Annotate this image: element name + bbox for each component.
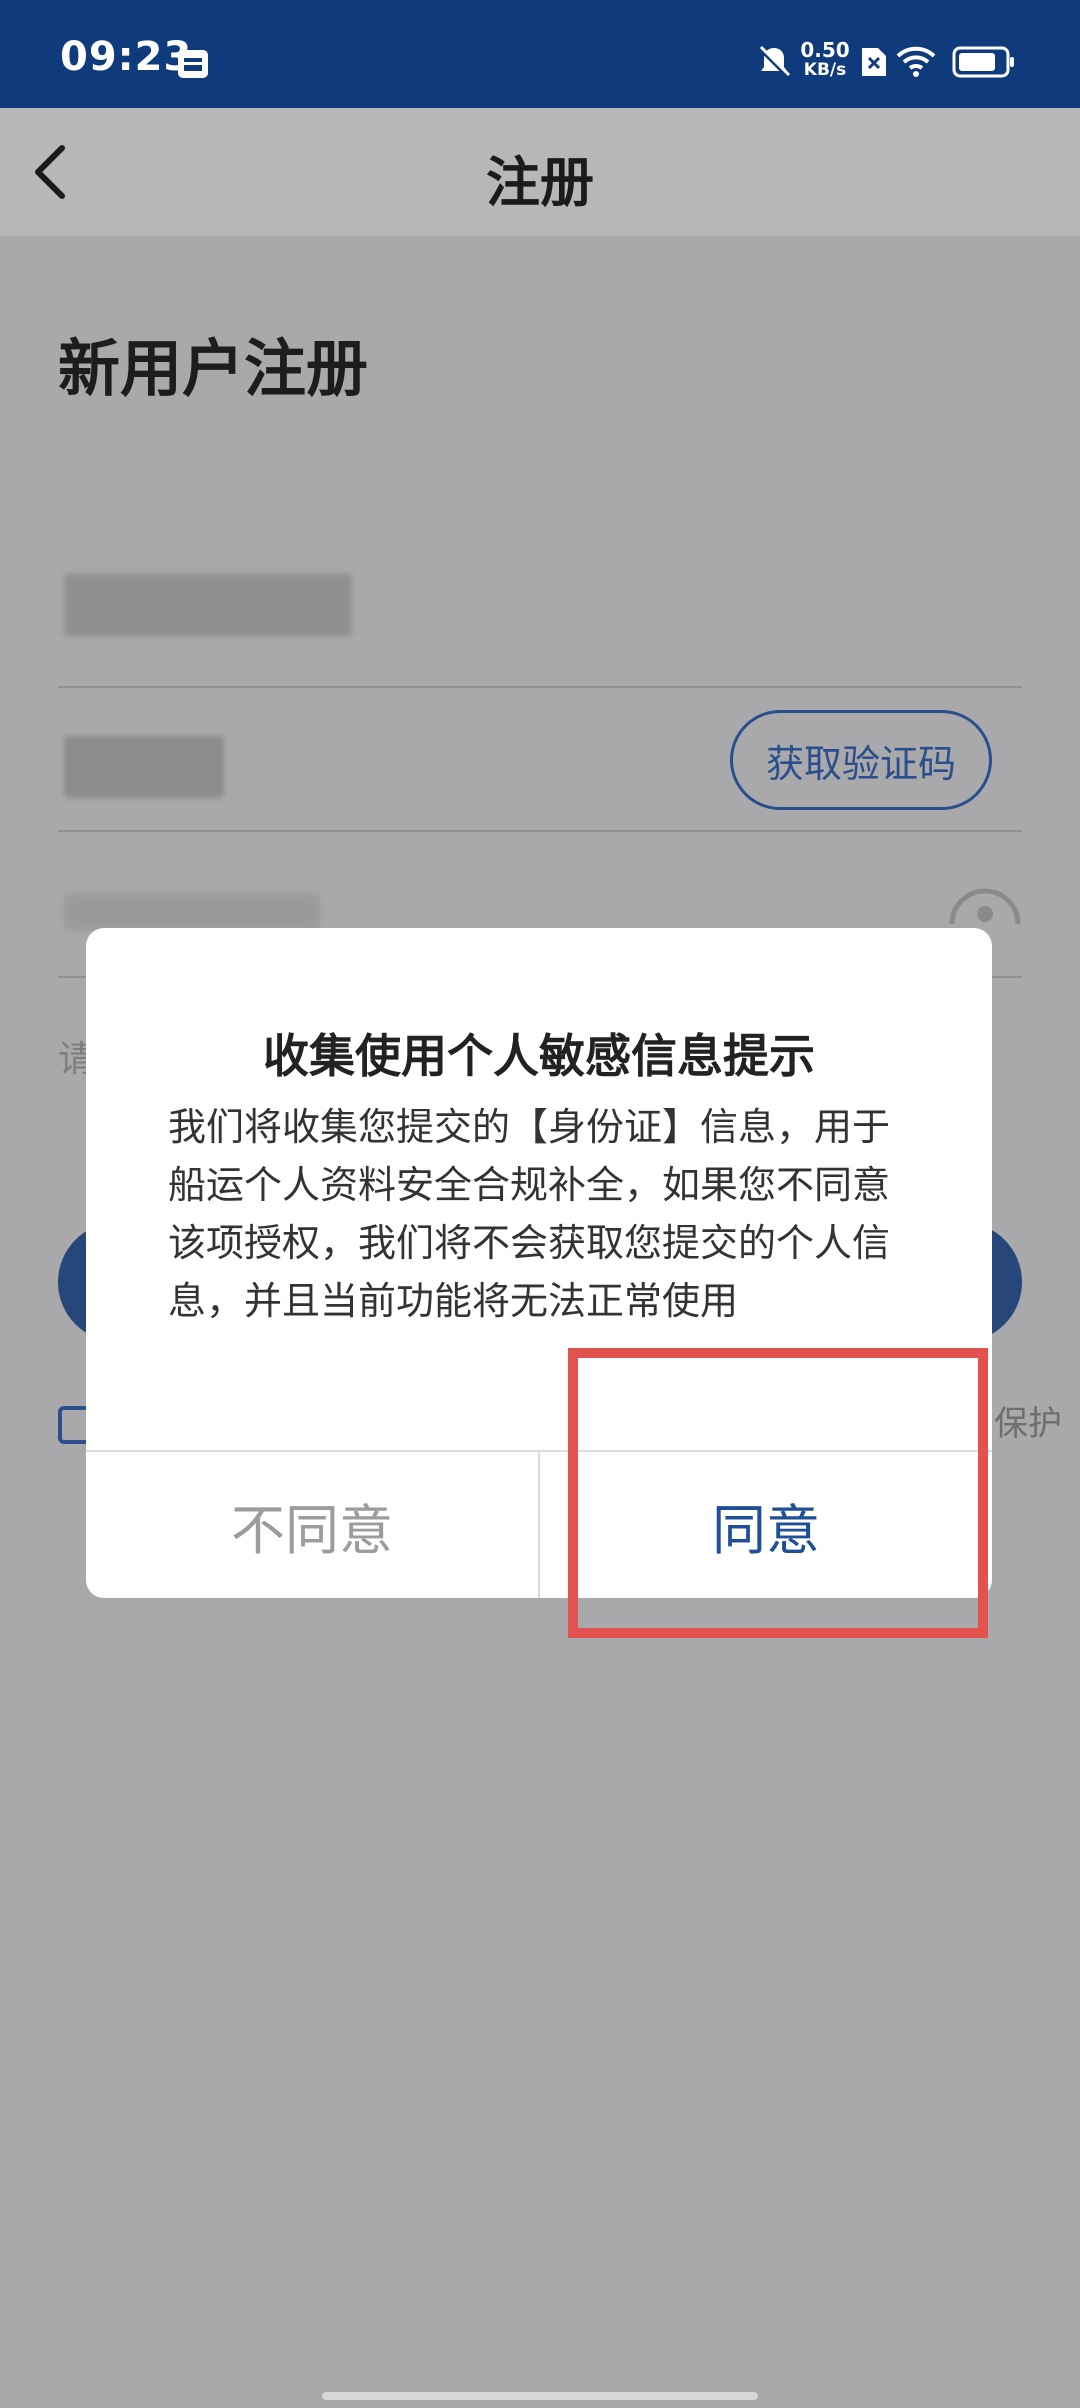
phone-input-value[interactable] [64, 574, 352, 636]
page-heading: 新用户注册 [58, 332, 369, 405]
get-code-button[interactable]: 获取验证码 [730, 710, 992, 810]
divider [58, 686, 1022, 688]
battery-icon [952, 46, 1016, 82]
disagree-button[interactable]: 不同意 [86, 1452, 538, 1598]
wifi-icon [896, 44, 936, 82]
nav-title: 注册 [486, 151, 594, 214]
dialog-message: 我们将收集您提交的【身份证】信息，用于船运个人资料安全合规补全，如果您不同意该项… [168, 1105, 891, 1323]
network-speed: 0.50 KB/s [800, 40, 850, 80]
highlight-box [568, 1348, 988, 1638]
verification-code-input[interactable] [64, 736, 224, 798]
status-time: 09:23 [60, 34, 193, 80]
password-input[interactable] [64, 894, 320, 930]
calendar-icon [176, 46, 210, 84]
no-sim-icon [860, 46, 888, 82]
divider [58, 830, 1022, 832]
dialog-title: 收集使用个人敏感信息提示 [263, 1029, 815, 1083]
eye-icon[interactable] [948, 884, 1022, 928]
network-speed-unit: KB/s [803, 60, 847, 80]
mute-notification-icon [756, 44, 792, 84]
network-speed-value: 0.50 [800, 38, 850, 62]
agreement-text: 保护 [994, 1404, 1062, 1444]
home-indicator[interactable] [322, 2392, 758, 2400]
